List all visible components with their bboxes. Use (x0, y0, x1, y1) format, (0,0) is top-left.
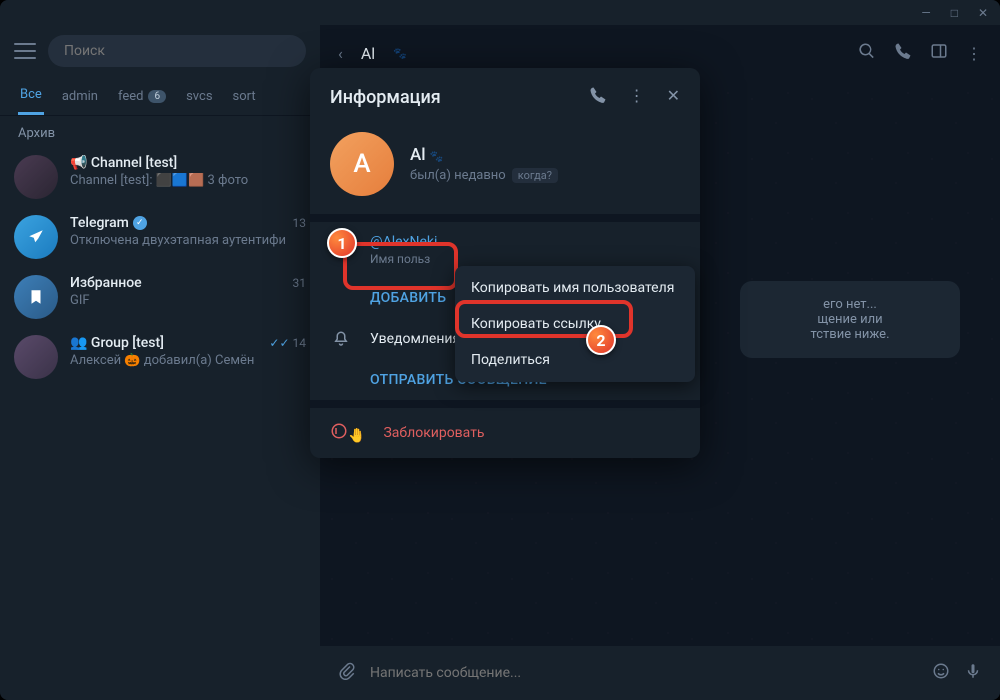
back-icon[interactable]: ‹ (338, 44, 343, 63)
close-button[interactable]: ✕ (978, 6, 988, 20)
profile-name: Al 🐾 (410, 145, 558, 165)
chat-preview: GIF (70, 293, 306, 308)
read-check-icon: ✓✓ (269, 336, 289, 350)
bookmark-icon (27, 288, 45, 306)
tab-svcs[interactable]: svcs (184, 77, 214, 115)
chat-name: Избранное (70, 275, 142, 291)
tab-all[interactable]: Все (18, 77, 44, 115)
archive-label: Архив (0, 116, 320, 147)
step-badge-1: 1 (327, 228, 357, 258)
chat-preview: Channel [test]: ⬛🟦🟫 3 фото (70, 173, 306, 188)
tabs: Все admin feed6 svcs sort (0, 77, 320, 116)
message-input[interactable] (370, 665, 918, 681)
verified-icon: ✓ (133, 216, 147, 230)
avatar (14, 155, 58, 199)
chat-preview: Алексей 🎃 добавил(а) Семён (70, 353, 306, 368)
maximize-button[interactable]: □ (951, 6, 958, 20)
context-menu: Копировать имя пользователя Копировать с… (455, 266, 695, 382)
step-badge-2: 2 (586, 325, 616, 355)
modal-title: Информация (330, 87, 589, 108)
bell-icon (330, 330, 352, 348)
block-button[interactable]: 🤚 Заблокировать (310, 408, 700, 458)
chat-name: 📢 Channel [test] (70, 155, 177, 171)
sidebar: Все admin feed6 svcs sort Архив 📢 Channe… (0, 25, 320, 700)
tab-badge: 6 (148, 90, 166, 103)
sidepanel-icon[interactable] (930, 42, 948, 64)
modal-close-icon[interactable]: ✕ (667, 86, 680, 108)
modal-call-icon[interactable] (589, 86, 607, 108)
chat-count: 31 (293, 276, 307, 290)
ctx-copy-username[interactable]: Копировать имя пользователя (455, 270, 695, 306)
tab-admin[interactable]: admin (60, 77, 100, 115)
username-value: @AlexNeki (370, 234, 680, 250)
chat-preview: Отключена двухэтапная аутентифи (70, 233, 306, 248)
attach-icon[interactable] (338, 662, 356, 684)
empty-state-card: его нет... щение или тствие ниже. (740, 281, 960, 358)
tab-sort[interactable]: sort (231, 77, 258, 115)
profile-avatar[interactable]: A (330, 132, 394, 196)
username-label: Имя польз (370, 252, 680, 266)
window-titlebar: — □ ✕ (0, 0, 1000, 25)
when-badge: когда? (512, 168, 558, 183)
avatar (14, 275, 58, 319)
ctx-share[interactable]: Поделиться (455, 342, 695, 378)
chat-item[interactable]: 👥 Group [test] ✓✓ 14 Алексей 🎃 добавил(а)… (0, 327, 320, 387)
search-input[interactable] (48, 35, 306, 67)
call-icon[interactable] (894, 42, 912, 64)
block-icon: 🤚 (330, 422, 365, 444)
chat-name: 👥 Group [test] (70, 335, 164, 351)
info-modal: Информация ⋮ ✕ A Al 🐾 был(а) недавнокогд… (310, 68, 700, 458)
message-input-bar (320, 646, 1000, 700)
modal-more-icon[interactable]: ⋮ (629, 86, 645, 108)
chat-item[interactable]: Telegram ✓ 13 Отключена двухэтапная аутен… (0, 207, 320, 267)
more-icon[interactable]: ⋮ (966, 44, 982, 63)
emoji-icon[interactable] (932, 662, 950, 684)
chat-name: Telegram ✓ (70, 215, 147, 231)
avatar (14, 335, 58, 379)
profile-status: был(а) недавнокогда? (410, 168, 558, 183)
search-icon[interactable] (858, 42, 876, 64)
chat-item[interactable]: 📢 Channel [test] Channel [test]: ⬛🟦🟫 3 ф… (0, 147, 320, 207)
chat-item[interactable]: Избранное 31 GIF (0, 267, 320, 327)
ctx-copy-link[interactable]: Копировать ссылку (455, 306, 695, 342)
minimize-button[interactable]: — (921, 6, 930, 20)
tab-feed[interactable]: feed6 (116, 77, 168, 115)
telegram-icon (27, 228, 45, 246)
chat-count: 13 (293, 216, 307, 230)
chat-title[interactable]: Al (361, 44, 375, 63)
avatar (14, 215, 58, 259)
menu-icon[interactable] (14, 43, 36, 59)
chat-count: ✓✓ 14 (269, 336, 306, 350)
mic-icon[interactable] (964, 662, 982, 684)
